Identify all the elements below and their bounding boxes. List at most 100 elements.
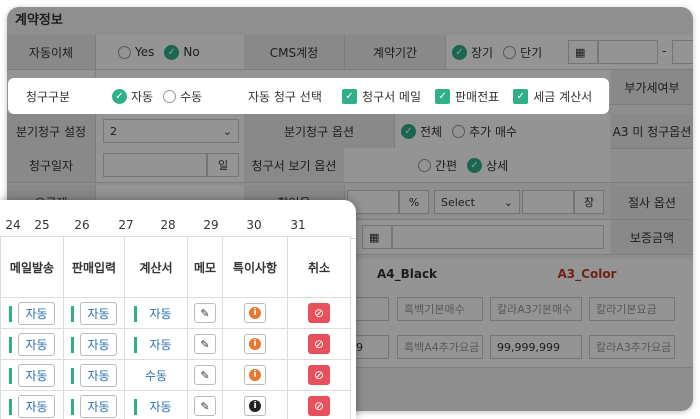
cancel-cell: ⊘: [287, 297, 351, 329]
sales-button[interactable]: 자동: [80, 363, 117, 387]
quarter-all[interactable]: ✓ 전체: [401, 123, 442, 140]
opt-mail[interactable]: ✓청구서 메일: [342, 88, 421, 105]
period-short[interactable]: 단기: [503, 44, 542, 61]
col-sales: 판매입력: [63, 236, 125, 298]
price-input[interactable]: 칼라A3기본매수: [490, 297, 582, 321]
cancel-icon[interactable]: ⊘: [308, 303, 330, 323]
quarter-opt-options: ✓ 전체 추가 매수: [395, 114, 610, 148]
status-bar: [9, 306, 13, 322]
view-simple[interactable]: 간편: [418, 157, 457, 174]
status-bar: [9, 337, 13, 353]
price-input[interactable]: 99,999,999: [490, 335, 582, 359]
status-table: 메일발송 판매입력 계산서 메모 특이사항 취소 자동 자동 자동 ✎ i ⊘ 자동 자동 자동…: [0, 236, 351, 419]
sales-cell: 자동: [63, 328, 125, 360]
percent-unit: %: [399, 190, 429, 214]
quarter-label: 분기청구 설정: [7, 114, 96, 148]
period-start-input[interactable]: [598, 40, 658, 64]
mail-button[interactable]: 자동: [18, 363, 55, 387]
memo-cell: ✎: [187, 297, 223, 329]
period-long[interactable]: ✓ 장기: [452, 44, 493, 61]
cms-label: CMS계정: [244, 35, 345, 69]
status-bar: [9, 399, 13, 415]
mail-button[interactable]: 자동: [18, 301, 55, 325]
row-quarter: 분기청구 설정 2 ⌄ 분기청구 옵션 ✓ 전체 추가 매수 A3 미 청구옵션: [7, 114, 693, 149]
edit-icon[interactable]: ✎: [194, 396, 216, 416]
auto-transfer-yes[interactable]: Yes: [118, 45, 154, 59]
info-button[interactable]: i: [244, 303, 266, 323]
calendar-icon[interactable]: ▦: [568, 40, 598, 64]
col-mail: 메일발송: [0, 236, 64, 298]
tax-cell: 자동: [124, 328, 188, 360]
day-cell: 25: [34, 218, 50, 232]
mail-cell: 자동: [0, 328, 64, 360]
quarter-opt-label: 분기청구 옵션: [244, 114, 395, 148]
day-unit: 일: [207, 153, 239, 177]
edit-icon[interactable]: ✎: [194, 303, 216, 323]
info-button[interactable]: i: [244, 396, 266, 416]
edit-icon[interactable]: ✎: [194, 334, 216, 354]
edit-icon[interactable]: ✎: [194, 365, 216, 385]
status-bar: [71, 368, 75, 384]
quarter-extra[interactable]: 추가 매수: [452, 123, 517, 140]
cancel-icon[interactable]: ⊘: [308, 365, 330, 385]
view-option-label: 청구서 보기 옵션: [244, 148, 345, 182]
billing-manual[interactable]: 수동: [163, 88, 202, 105]
mail-cell: 자동: [0, 390, 64, 419]
check-icon: ✓: [164, 44, 180, 60]
billing-status-card: 24 25 26 27 28 29 30 31 메일발송 판매입력 계산서 메모…: [0, 200, 356, 419]
mail-button[interactable]: 자동: [18, 394, 55, 418]
panel-title: 계약정보: [7, 7, 693, 36]
sales-cell: 자동: [63, 359, 125, 391]
billing-date-label: 청구일자: [7, 148, 96, 182]
radio-icon: [503, 45, 517, 59]
period-end-input[interactable]: [672, 40, 693, 64]
tax-button[interactable]: 자동: [143, 302, 178, 324]
tax-button[interactable]: 자동: [143, 395, 178, 417]
opt-tax[interactable]: ✓세금 계산서: [513, 88, 592, 105]
sales-button[interactable]: 자동: [80, 301, 117, 325]
tax-label: 수동: [144, 368, 168, 383]
info-icon: i: [249, 400, 261, 412]
cancel-icon[interactable]: ⊘: [308, 396, 330, 416]
cut-select[interactable]: Select ⌄: [434, 190, 520, 214]
auto-transfer-no[interactable]: ✓ No: [164, 44, 200, 60]
price-input[interactable]: 흑백A4추가요금: [397, 335, 483, 359]
auto-select-label: 자동 청구 선택: [248, 89, 322, 104]
billing-auto[interactable]: ✓자동: [112, 88, 153, 105]
mail-button[interactable]: 자동: [18, 332, 55, 356]
sales-button[interactable]: 자동: [80, 332, 117, 356]
col-note: 특이사항: [222, 236, 288, 298]
vat-label: 부가세여부: [611, 70, 693, 104]
view-detail[interactable]: ✓ 상세: [467, 157, 508, 174]
price-input[interactable]: 칼라기본요금: [589, 297, 675, 321]
highlight-billing-row: 청구구분 ✓ 자동 수동 자동 청구 선택 ✓ 청구서 메일 ✓ 판매전표 ✓ 세금 계…: [8, 78, 609, 114]
calendar-icon[interactable]: ▦: [362, 225, 392, 249]
quarter-select[interactable]: 2 ⌄: [103, 119, 239, 143]
info-button[interactable]: i: [244, 365, 266, 385]
info-button[interactable]: i: [244, 334, 266, 354]
cancel-icon[interactable]: ⊘: [308, 334, 330, 354]
billing-date-input[interactable]: [103, 153, 207, 177]
checkbox-icon: ✓: [435, 88, 451, 104]
view-options: 간편 ✓ 상세: [344, 148, 610, 182]
memo-cell: ✎: [187, 390, 223, 419]
chevron-down-icon: ⌄: [503, 195, 513, 209]
col-cancel: 취소: [287, 236, 351, 298]
price-input[interactable]: 흑백기본매수: [397, 297, 483, 321]
billing-type-label: 청구구분: [25, 89, 71, 104]
sales-button[interactable]: 자동: [80, 394, 117, 418]
deposit-date-input[interactable]: [392, 225, 604, 249]
day-cell: 30: [246, 218, 262, 232]
check-icon: ✓: [452, 44, 467, 60]
opt-sales[interactable]: ✓판매전표: [435, 88, 499, 105]
sheet-input[interactable]: [522, 190, 574, 214]
price-input[interactable]: 칼라A3추가요금: [589, 335, 675, 359]
tax-cell: 수동: [124, 359, 188, 391]
check-icon: ✓: [112, 88, 127, 104]
status-bar: [71, 306, 75, 322]
col-tax: 계산서: [124, 236, 188, 298]
tax-button[interactable]: 자동: [143, 333, 178, 355]
radio-icon: [418, 158, 431, 172]
day-cell: 31: [290, 218, 306, 232]
info-icon: i: [249, 307, 261, 319]
